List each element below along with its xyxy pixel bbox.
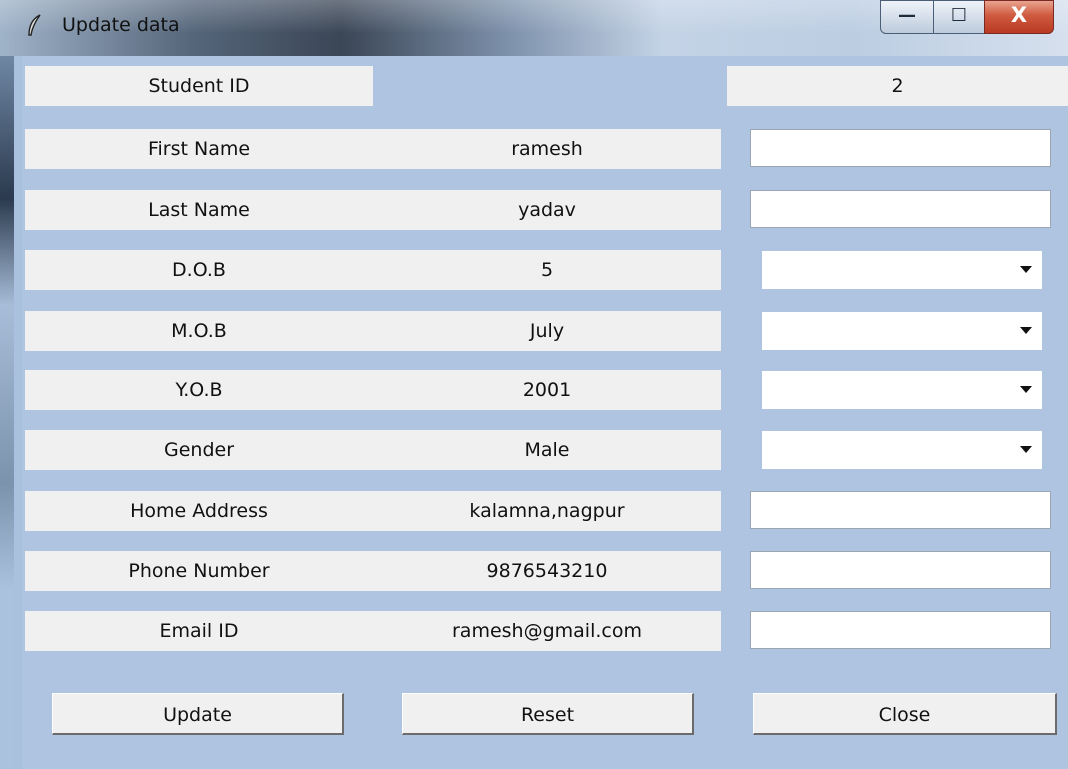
home-address-input[interactable] — [750, 491, 1051, 529]
email-id-current: ramesh@gmail.com — [373, 611, 721, 651]
last-name-input[interactable] — [750, 190, 1051, 228]
home-address-current: kalamna,nagpur — [373, 491, 721, 531]
first-name-input[interactable] — [750, 129, 1051, 167]
mob-current: July — [373, 311, 721, 351]
phone-number-current: 9876543210 — [373, 551, 721, 591]
gender-combobox[interactable] — [762, 431, 1042, 469]
gender-label: Gender — [25, 430, 373, 470]
close-button[interactable]: Close — [753, 693, 1057, 735]
maximize-icon: ☐ — [950, 5, 968, 26]
student-id-value: 2 — [727, 66, 1068, 106]
dob-combobox[interactable] — [762, 251, 1042, 289]
chevron-down-icon[interactable] — [1020, 266, 1032, 273]
maximize-button[interactable]: ☐ — [933, 0, 985, 34]
gender-current: Male — [373, 430, 721, 470]
minimize-icon: — — [898, 5, 916, 26]
update-data-window: Update data — ☐ X Student ID 2 First Nam… — [0, 0, 1068, 769]
email-id-label: Email ID — [25, 611, 373, 651]
first-name-current: ramesh — [373, 129, 721, 169]
chevron-down-icon[interactable] — [1020, 446, 1032, 453]
home-address-label: Home Address — [25, 491, 373, 531]
reset-button[interactable]: Reset — [402, 693, 694, 735]
form-area: Student ID 2 First Name ramesh Last Name… — [22, 56, 1068, 769]
chevron-down-icon[interactable] — [1020, 327, 1032, 334]
last-name-label: Last Name — [25, 190, 373, 230]
first-name-label: First Name — [25, 129, 373, 169]
email-id-input[interactable] — [750, 611, 1051, 649]
phone-number-input[interactable] — [750, 551, 1051, 589]
dob-label: D.O.B — [25, 250, 373, 290]
mob-label: M.O.B — [25, 311, 373, 351]
last-name-current: yadav — [373, 190, 721, 230]
mob-combobox[interactable] — [762, 312, 1042, 350]
window-frame-shadow — [0, 56, 14, 769]
feather-icon — [28, 14, 41, 36]
minimize-button[interactable]: — — [880, 0, 934, 34]
caption-buttons: — ☐ X — [880, 0, 1054, 36]
phone-number-label: Phone Number — [25, 551, 373, 591]
window-title: Update data — [62, 14, 180, 36]
title-bar[interactable]: Update data — ☐ X — [0, 0, 1068, 56]
chevron-down-icon[interactable] — [1020, 386, 1032, 393]
close-window-button[interactable]: X — [984, 0, 1054, 34]
window-frame-left — [0, 56, 22, 769]
yob-current: 2001 — [373, 370, 721, 410]
yob-combobox[interactable] — [762, 371, 1042, 409]
dob-current: 5 — [373, 250, 721, 290]
close-icon: X — [1010, 3, 1028, 27]
yob-label: Y.O.B — [25, 370, 373, 410]
update-button[interactable]: Update — [52, 693, 344, 735]
student-id-label: Student ID — [25, 66, 373, 106]
